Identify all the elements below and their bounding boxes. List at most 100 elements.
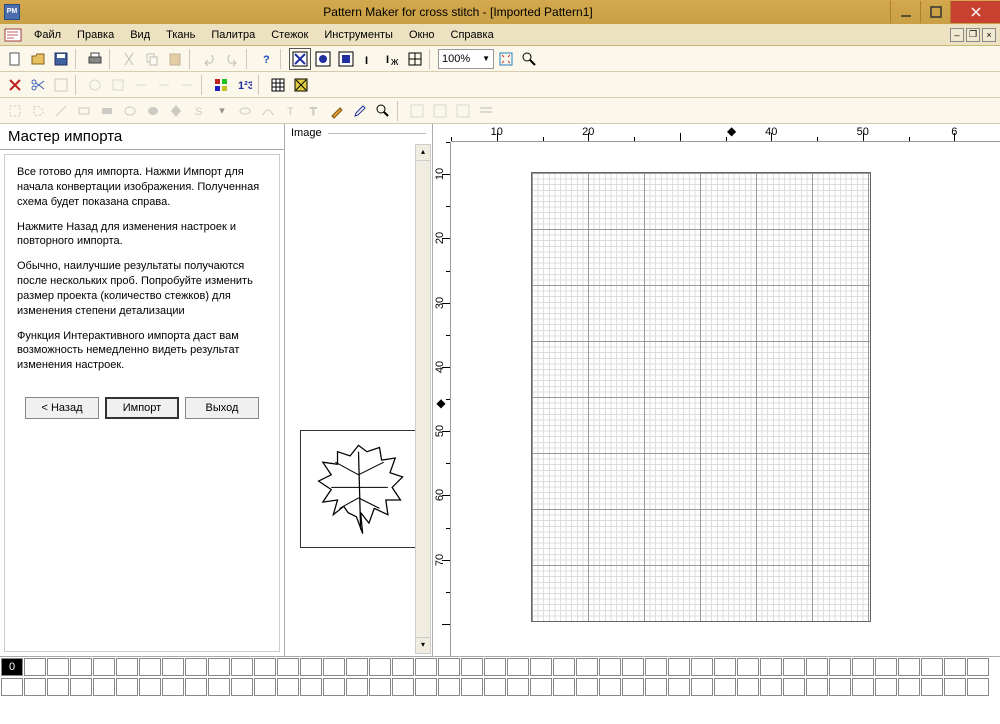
palette-cell[interactable] — [392, 658, 414, 676]
minimize-button[interactable] — [890, 1, 920, 23]
palette-cell[interactable] — [829, 678, 851, 696]
layout-tool-2[interactable] — [429, 100, 451, 122]
dropper-button[interactable] — [349, 100, 371, 122]
s-button[interactable]: S — [188, 100, 210, 122]
palette-cell[interactable] — [346, 658, 368, 676]
palette-cell[interactable] — [967, 658, 989, 676]
palette-cell[interactable] — [231, 678, 253, 696]
palette-cell[interactable] — [921, 678, 943, 696]
layout-tool-4[interactable] — [475, 100, 497, 122]
palette-cell[interactable] — [208, 678, 230, 696]
palette-cell[interactable] — [139, 678, 161, 696]
palette-cell[interactable] — [1, 678, 23, 696]
palette-cell[interactable] — [576, 678, 598, 696]
palette-cell[interactable] — [599, 658, 621, 676]
scroll-down-icon[interactable]: ▾ — [416, 637, 430, 653]
palette-cell[interactable] — [553, 678, 575, 696]
menu-help[interactable]: Справка — [443, 27, 502, 43]
close-button[interactable] — [950, 1, 1000, 23]
rect-button[interactable] — [73, 100, 95, 122]
curve-button[interactable] — [257, 100, 279, 122]
help-button[interactable]: ? — [255, 48, 277, 70]
menu-window[interactable]: Окно — [401, 27, 443, 43]
paste-button[interactable] — [164, 48, 186, 70]
palette-cell[interactable] — [530, 678, 552, 696]
fit-screen-button[interactable] — [495, 48, 517, 70]
print-button[interactable] — [84, 48, 106, 70]
palette-cell[interactable] — [254, 678, 276, 696]
palette-cell[interactable] — [461, 658, 483, 676]
palette-cell[interactable] — [438, 678, 460, 696]
grid-highlight-button[interactable] — [290, 74, 312, 96]
menu-palette[interactable]: Палитра — [203, 27, 263, 43]
palette-cell[interactable] — [967, 678, 989, 696]
copy-button[interactable] — [141, 48, 163, 70]
layout-tool-3[interactable] — [452, 100, 474, 122]
delete-stitch-button[interactable] — [4, 74, 26, 96]
palette-cell[interactable] — [369, 658, 391, 676]
palette-cell[interactable] — [47, 678, 69, 696]
palette-cell[interactable] — [323, 658, 345, 676]
palette-cell[interactable] — [277, 658, 299, 676]
palette-cell[interactable] — [254, 658, 276, 676]
s-dropdown[interactable]: ▾ — [211, 100, 233, 122]
mdi-restore-button[interactable]: ❐ — [966, 28, 980, 42]
x-stitch-button[interactable] — [289, 48, 311, 70]
palette-cell[interactable] — [208, 658, 230, 676]
palette-cell[interactable] — [645, 658, 667, 676]
palette-cell[interactable] — [599, 678, 621, 696]
palette-cell[interactable] — [875, 658, 897, 676]
palette-cell[interactable] — [116, 658, 138, 676]
palette-cell[interactable] — [438, 658, 460, 676]
line-button[interactable] — [50, 100, 72, 122]
palette-cell[interactable] — [714, 658, 736, 676]
sel-free-button[interactable] — [27, 100, 49, 122]
palette-cell[interactable] — [484, 658, 506, 676]
count-tool-button[interactable]: 1²3 — [233, 74, 255, 96]
palette-cell[interactable] — [760, 678, 782, 696]
palette-cell[interactable] — [24, 658, 46, 676]
palette-cell[interactable] — [323, 678, 345, 696]
palette-cell[interactable] — [185, 658, 207, 676]
menu-stitch[interactable]: Стежок — [263, 27, 316, 43]
palette-cell[interactable] — [737, 658, 759, 676]
palette-cell[interactable] — [415, 658, 437, 676]
palette-cell[interactable] — [47, 658, 69, 676]
palette-cell[interactable] — [691, 678, 713, 696]
import-button[interactable]: Импорт — [105, 397, 179, 419]
text-outline-button[interactable]: T — [303, 100, 325, 122]
palette-cell[interactable] — [346, 678, 368, 696]
redo-button[interactable] — [221, 48, 243, 70]
palette-cell[interactable] — [507, 658, 529, 676]
palette-cell[interactable] — [553, 658, 575, 676]
new-button[interactable] — [4, 48, 26, 70]
back-button[interactable]: < Назад — [25, 397, 99, 419]
palette-cell[interactable] — [783, 678, 805, 696]
palette-cell[interactable] — [806, 658, 828, 676]
palette-cell[interactable] — [461, 678, 483, 696]
palette-cell[interactable] — [622, 678, 644, 696]
palette-selected[interactable]: 0 — [1, 658, 23, 676]
palette-cell[interactable] — [415, 678, 437, 696]
palette-cell[interactable] — [530, 658, 552, 676]
palette-cell[interactable] — [852, 658, 874, 676]
scissors-button[interactable] — [27, 74, 49, 96]
palette-cell[interactable] — [898, 678, 920, 696]
ellipse-fill-button[interactable] — [142, 100, 164, 122]
palette-cell[interactable] — [668, 658, 690, 676]
palette-cell[interactable] — [691, 658, 713, 676]
menu-tools[interactable]: Инструменты — [316, 27, 401, 43]
menu-edit[interactable]: Правка — [69, 27, 122, 43]
palette-cell[interactable] — [300, 678, 322, 696]
stitch-tool-3[interactable] — [335, 48, 357, 70]
palette-cell[interactable] — [392, 678, 414, 696]
sel-rect-button[interactable] — [4, 100, 26, 122]
palette-cell[interactable] — [231, 658, 253, 676]
text-button[interactable]: T — [280, 100, 302, 122]
palette-cell[interactable] — [806, 678, 828, 696]
grid-tool-button[interactable] — [404, 48, 426, 70]
palette-cell[interactable] — [24, 678, 46, 696]
palette-cell[interactable] — [737, 678, 759, 696]
palette-cell[interactable] — [277, 678, 299, 696]
diamond-button[interactable] — [165, 100, 187, 122]
